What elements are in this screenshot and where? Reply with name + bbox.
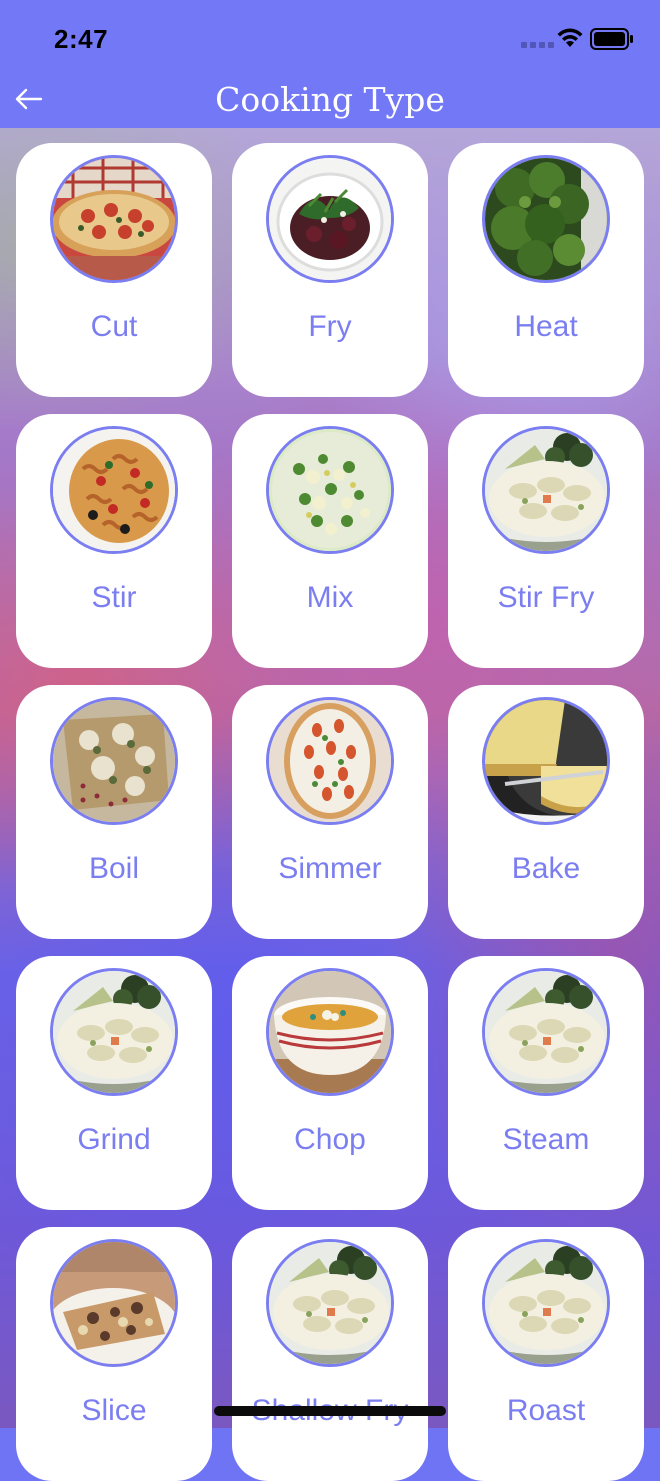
cooking-type-label: Cut (90, 310, 138, 343)
creamy-pasta-image (482, 968, 610, 1096)
cooking-type-label: Stir Fry (497, 581, 595, 614)
creamy-pasta-image (266, 1239, 394, 1367)
flatbread-slice-image (50, 1239, 178, 1367)
cooking-type-card-cut[interactable]: Cut (16, 143, 212, 397)
cooking-type-card-heat[interactable]: Heat (448, 143, 644, 397)
pasta-salad-image (50, 426, 178, 554)
cooking-type-label: Boil (88, 852, 140, 885)
cooking-type-card-boil[interactable]: Boil (16, 685, 212, 939)
cooking-type-card-bake[interactable]: Bake (448, 685, 644, 939)
cooking-type-grid: Cut Fry Heat Stir Mix Stir Fry Boil Simm… (0, 0, 660, 1481)
pizza-image (50, 155, 178, 283)
cooking-type-card-mix[interactable]: Mix (232, 414, 428, 668)
cooking-type-label: Stir (91, 581, 137, 614)
cooking-type-label: Slice (81, 1394, 147, 1427)
flatbread-image (50, 697, 178, 825)
cooking-type-card-stir-fry[interactable]: Stir Fry (448, 414, 644, 668)
cooking-type-label: Grind (77, 1123, 151, 1156)
cooking-type-card-grind[interactable]: Grind (16, 956, 212, 1210)
cooking-type-card-simmer[interactable]: Simmer (232, 685, 428, 939)
cooking-type-label: Heat (514, 310, 578, 343)
home-indicator (214, 1406, 446, 1416)
cooking-type-card-shallow-fry[interactable]: Shallow Fry (232, 1227, 428, 1481)
cooking-type-card-chop[interactable]: Chop (232, 956, 428, 1210)
beet-salad-image (266, 155, 394, 283)
cornbread-image (482, 697, 610, 825)
broccoli-image (482, 155, 610, 283)
cooking-type-label: Simmer (278, 852, 382, 885)
soup-bowl-image (266, 968, 394, 1096)
creamy-pasta-image (482, 1239, 610, 1367)
cooking-type-label: Chop (294, 1123, 366, 1156)
cooking-type-label: Fry (308, 310, 352, 343)
cooking-type-card-fry[interactable]: Fry (232, 143, 428, 397)
creamy-pasta-image (50, 968, 178, 1096)
cooking-type-label: Roast (506, 1394, 586, 1427)
pizza-tomato-image (266, 697, 394, 825)
herb-salad-image (266, 426, 394, 554)
cooking-type-card-slice[interactable]: Slice (16, 1227, 212, 1481)
cooking-type-card-stir[interactable]: Stir (16, 414, 212, 668)
creamy-pasta-image (482, 426, 610, 554)
cooking-type-card-roast[interactable]: Roast (448, 1227, 644, 1481)
cooking-type-label: Steam (502, 1123, 590, 1156)
cooking-type-label: Bake (511, 852, 581, 885)
cooking-type-card-steam[interactable]: Steam (448, 956, 644, 1210)
cooking-type-label: Mix (306, 581, 354, 614)
